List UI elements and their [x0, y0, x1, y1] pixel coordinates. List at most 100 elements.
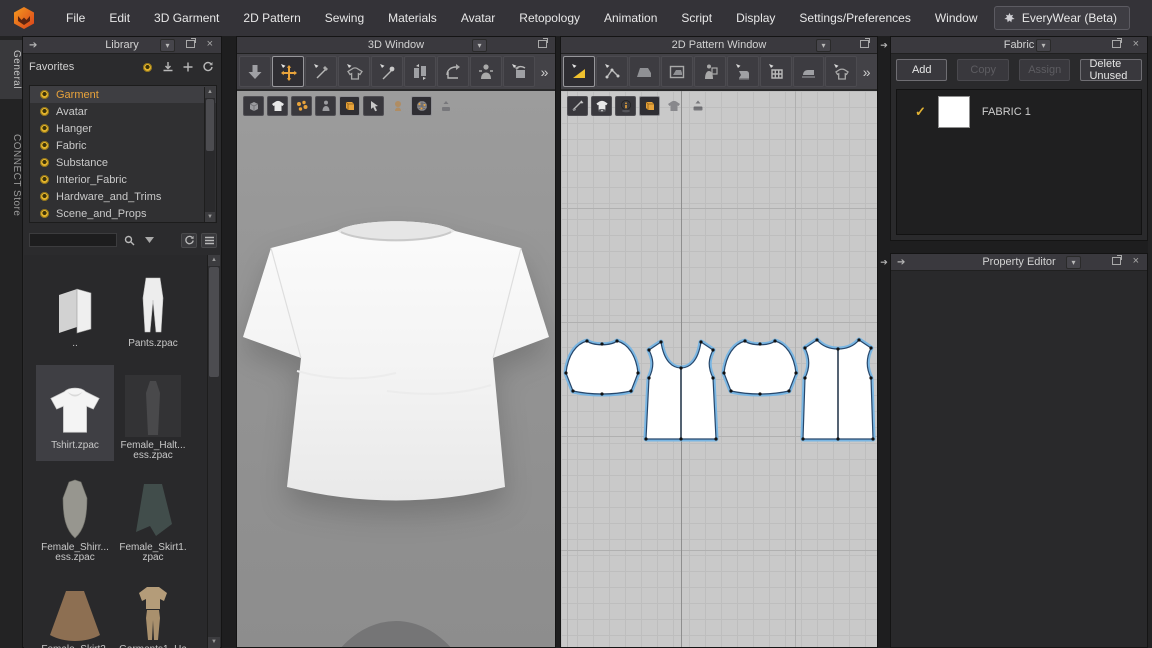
- select-garment-tool[interactable]: [338, 56, 370, 87]
- shirt-off-icon[interactable]: [663, 96, 684, 116]
- avatar-display-tool[interactable]: [470, 56, 502, 87]
- chevron-down-icon[interactable]: ▾: [816, 39, 831, 52]
- toolbar-overflow-icon[interactable]: »: [536, 64, 553, 80]
- popout-icon[interactable]: [538, 40, 547, 51]
- refresh-icon[interactable]: [200, 60, 215, 74]
- show-info-icon[interactable]: [615, 96, 636, 116]
- sewing-tool[interactable]: [727, 56, 759, 87]
- move-tool[interactable]: [272, 56, 304, 87]
- favorite-interior-fabric[interactable]: Interior_Fabric: [30, 171, 216, 188]
- menu-avatar[interactable]: Avatar: [449, 0, 507, 36]
- fold-arrangement-tool[interactable]: [404, 56, 436, 87]
- show-seam-icon[interactable]: [567, 96, 588, 116]
- search-filter-caret-icon[interactable]: [141, 233, 157, 248]
- popout-icon[interactable]: [1112, 257, 1121, 268]
- copy-button[interactable]: Copy: [957, 59, 1008, 81]
- close-icon[interactable]: ×: [1133, 256, 1139, 267]
- measure-off-icon[interactable]: [687, 96, 708, 116]
- menu-file[interactable]: File: [54, 0, 97, 36]
- add-favorite-icon[interactable]: [180, 60, 195, 74]
- collapse-arrow-icon[interactable]: ➔: [879, 40, 889, 52]
- menu-3d-garment[interactable]: 3D Garment: [142, 0, 231, 36]
- menu-display[interactable]: Display: [724, 0, 787, 36]
- menu-edit[interactable]: Edit: [97, 0, 142, 36]
- menu-materials[interactable]: Materials: [376, 0, 449, 36]
- download-icon[interactable]: [160, 60, 175, 74]
- menu-settings-preferences[interactable]: Settings/Preferences: [787, 0, 922, 36]
- assign-button[interactable]: Assign: [1019, 59, 1070, 81]
- collapse-arrow-icon[interactable]: ➔: [29, 40, 37, 51]
- scroll-down-icon[interactable]: ▼: [208, 637, 220, 648]
- chevron-down-icon[interactable]: ▾: [472, 39, 487, 52]
- 3d-viewport[interactable]: [237, 91, 555, 647]
- flip-arrangement-tool[interactable]: [437, 56, 469, 87]
- scroll-down-icon[interactable]: ▼: [205, 212, 215, 223]
- menu-script[interactable]: Script: [669, 0, 724, 36]
- reload-icon[interactable]: [181, 233, 197, 248]
- list-item-female-skirt2[interactable]: Female_Skirt2.zpac: [36, 569, 114, 648]
- 2d-viewport[interactable]: [561, 91, 877, 647]
- list-item-female-shirred-dress[interactable]: Female_Shirr...ess.zpac: [36, 467, 114, 563]
- popout-icon[interactable]: [1112, 40, 1121, 51]
- scroll-up-icon[interactable]: ▲: [208, 255, 220, 266]
- favorite-avatar[interactable]: Avatar: [30, 103, 216, 120]
- favorite-fabric[interactable]: Fabric: [30, 137, 216, 154]
- close-icon[interactable]: ×: [1133, 39, 1139, 50]
- pattern-sleeve-right[interactable]: [722, 339, 797, 395]
- list-item-pants[interactable]: Pants.zpac: [114, 263, 192, 359]
- show-shape-icon[interactable]: [591, 96, 612, 116]
- delete-unused-button[interactable]: Delete Unused: [1080, 59, 1142, 81]
- list-item-female-skirt1[interactable]: Female_Skirt1.zpac: [114, 467, 192, 563]
- favorite-hanger[interactable]: Hanger: [30, 120, 216, 137]
- transform-pattern-tool[interactable]: [563, 56, 595, 87]
- popout-icon[interactable]: [860, 40, 869, 51]
- favorite-scene-and-props[interactable]: Scene_and_Props: [30, 205, 216, 222]
- add-button[interactable]: Add: [896, 59, 947, 81]
- gravity-drop-tool[interactable]: [239, 56, 271, 87]
- list-item-garments1-hana[interactable]: Garments1_Hana.zpac: [114, 569, 192, 648]
- menu-window[interactable]: Window: [923, 0, 990, 36]
- favorite-filter-icon[interactable]: [140, 60, 155, 74]
- everywear-button[interactable]: EveryWear (Beta): [994, 6, 1130, 30]
- create-polygon-tool[interactable]: [629, 56, 661, 87]
- pattern-sleeve-left[interactable]: [564, 339, 639, 395]
- favorite-garment[interactable]: Garment: [30, 86, 216, 103]
- show-pattern-icon[interactable]: [639, 96, 660, 116]
- internal-grid-tool[interactable]: [760, 56, 792, 87]
- list-item-folder-up[interactable]: ..: [36, 263, 114, 359]
- tab-general[interactable]: General: [0, 40, 22, 99]
- menu-retopology[interactable]: Retopology: [507, 0, 592, 36]
- collapse-arrow-icon[interactable]: ➔: [879, 257, 889, 269]
- chevron-down-icon[interactable]: ▾: [1036, 39, 1051, 52]
- toolbar-overflow-icon[interactable]: »: [858, 64, 875, 80]
- chevron-down-icon[interactable]: ▾: [1066, 256, 1081, 269]
- trace-avatar-tool[interactable]: [694, 56, 726, 87]
- tab-connect-store[interactable]: CONNECT Store: [0, 124, 22, 226]
- list-item-fabric1[interactable]: ✓ FABRIC 1: [897, 90, 1141, 134]
- reset-arrangement-tool[interactable]: [503, 56, 535, 87]
- menu-sewing[interactable]: Sewing: [313, 0, 376, 36]
- scroll-up-icon[interactable]: ▲: [205, 87, 215, 98]
- pin-tool[interactable]: [371, 56, 403, 87]
- favorite-hardware-and-trims[interactable]: Hardware_and_Trims: [30, 188, 216, 205]
- select-brush-tool[interactable]: [305, 56, 337, 87]
- create-rectangle-tool[interactable]: [661, 56, 693, 87]
- popout-icon[interactable]: [186, 40, 195, 51]
- menu-2d-pattern[interactable]: 2D Pattern: [231, 0, 312, 36]
- fabric-swatch[interactable]: [938, 96, 970, 128]
- favorites-scrollbar[interactable]: ▲ ▼: [204, 87, 215, 223]
- iron-tool[interactable]: [793, 56, 825, 87]
- sync-3d-tool[interactable]: [825, 56, 857, 87]
- list-item-female-halter-dress[interactable]: Female_Halt...ess.zpac: [114, 365, 192, 461]
- pattern-back-bodice[interactable]: [801, 338, 874, 440]
- list-item-tshirt[interactable]: Tshirt.zpac: [36, 365, 114, 461]
- edit-pattern-tool[interactable]: [596, 56, 628, 87]
- chevron-down-icon[interactable]: ▾: [160, 39, 175, 52]
- library-scrollbar[interactable]: ▲ ▼: [207, 255, 220, 648]
- collapse-arrow-icon[interactable]: ➔: [897, 257, 905, 268]
- search-icon[interactable]: [121, 233, 137, 248]
- menu-animation[interactable]: Animation: [592, 0, 669, 36]
- search-input[interactable]: [29, 233, 117, 247]
- pattern-front-bodice[interactable]: [644, 340, 717, 440]
- view-mode-icon[interactable]: [201, 233, 217, 248]
